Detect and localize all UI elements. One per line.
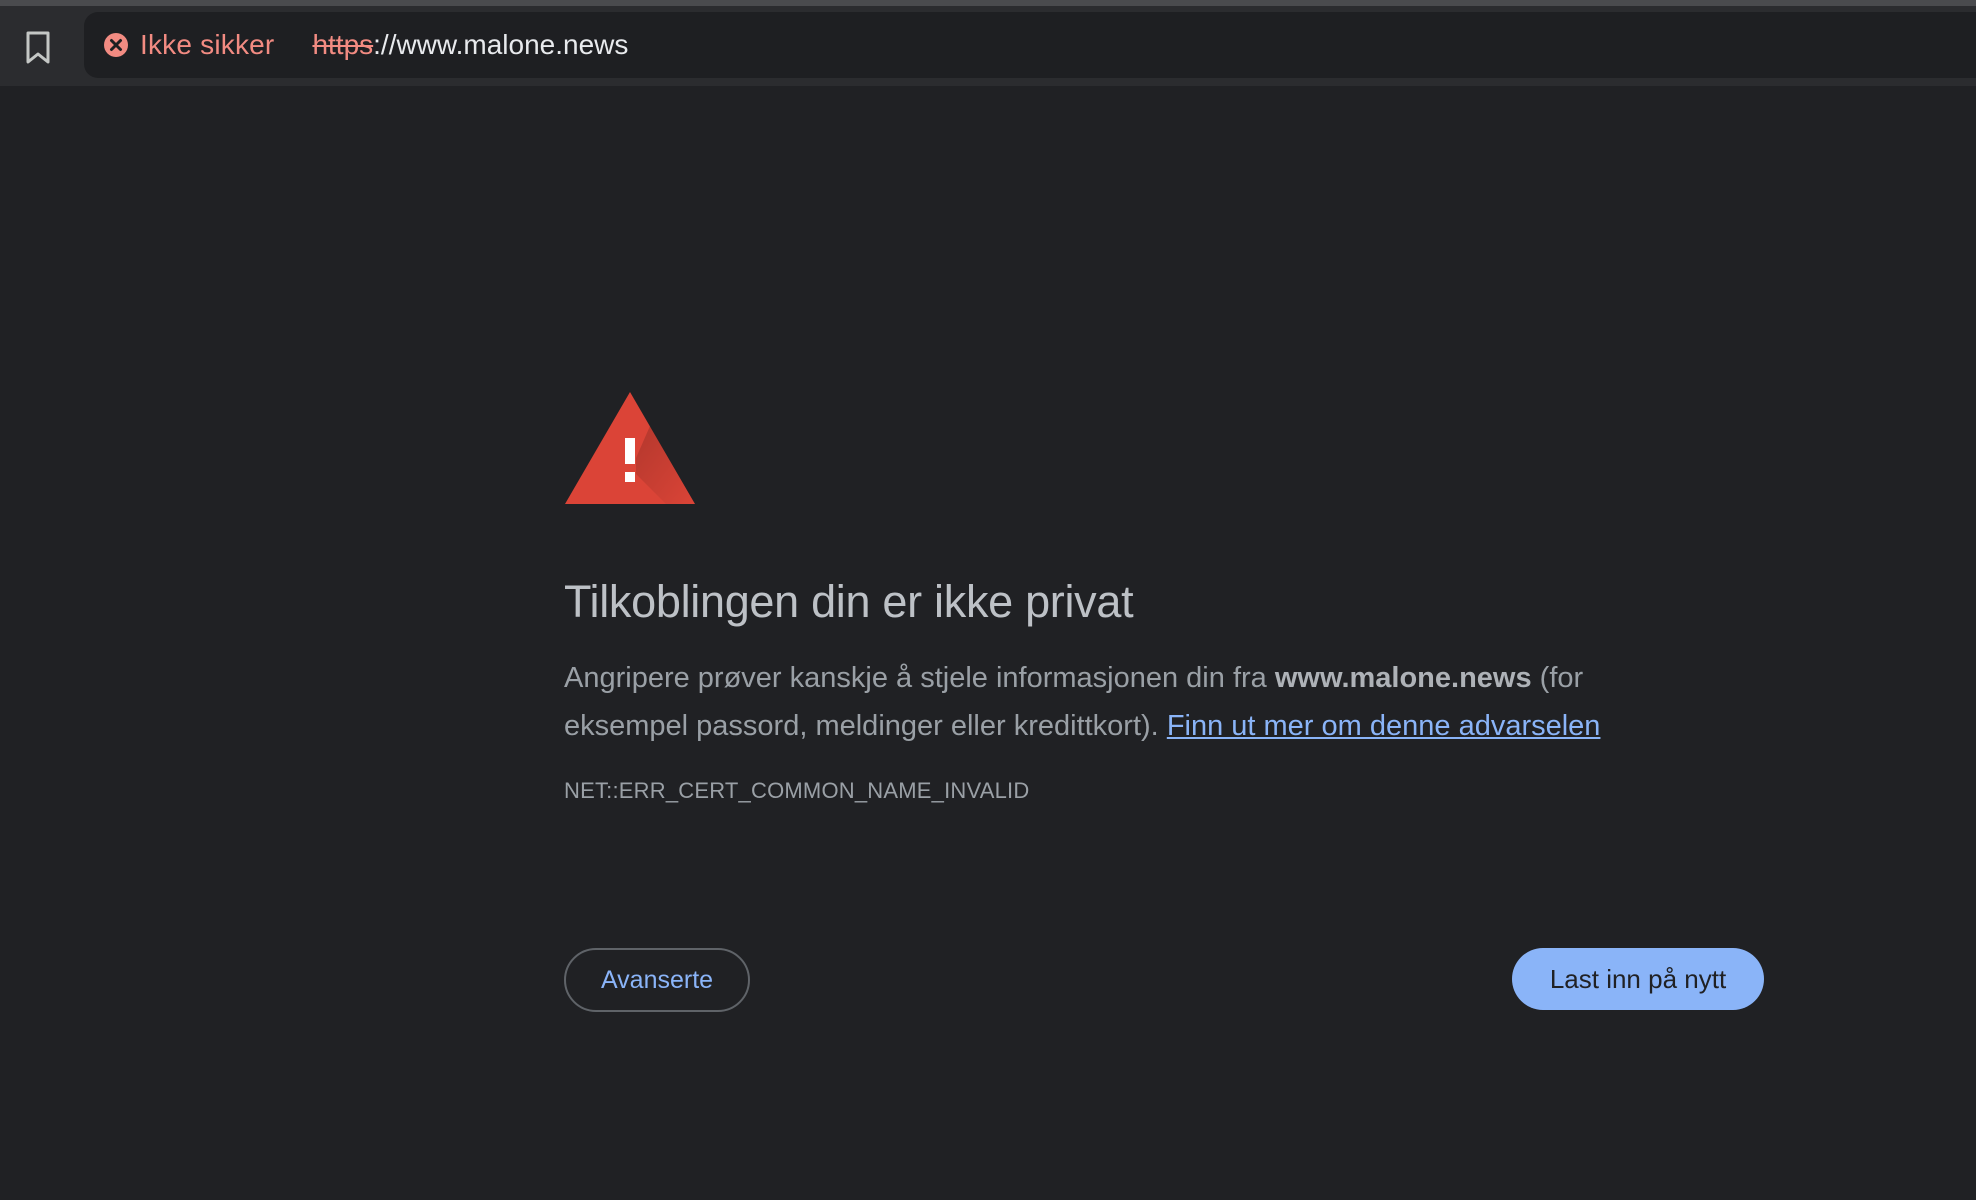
address-bar[interactable]: Ikke sikker https://www.malone.news bbox=[84, 12, 1976, 78]
bookmark-button[interactable] bbox=[14, 24, 62, 72]
security-indicator[interactable]: Ikke sikker bbox=[102, 23, 274, 67]
interstitial-content: Tilkoblingen din er ikke privat Angriper… bbox=[564, 390, 1764, 804]
url-text[interactable]: https://www.malone.news bbox=[312, 29, 628, 61]
browser-toolbar: Ikke sikker https://www.malone.news bbox=[0, 6, 1976, 86]
explanation-domain: www.malone.news bbox=[1274, 662, 1532, 694]
reload-button[interactable]: Last inn på nytt bbox=[1512, 948, 1764, 1010]
advanced-button[interactable]: Avanserte bbox=[564, 948, 750, 1012]
error-code: NET::ERR_CERT_COMMON_NAME_INVALID bbox=[564, 778, 1030, 803]
url-host: ://www.malone.news bbox=[373, 29, 629, 60]
learn-more-link[interactable]: Finn ut mer om denne advarselen bbox=[1167, 710, 1601, 742]
warning-explanation: Angripere prøver kanskje å stjele inform… bbox=[564, 654, 1704, 750]
warning-triangle-icon bbox=[565, 392, 695, 504]
not-secure-label: Ikke sikker bbox=[140, 29, 275, 60]
bookmark-icon bbox=[26, 31, 50, 64]
page-title: Tilkoblingen din er ikke privat bbox=[564, 576, 1134, 627]
error-circle-x-icon bbox=[102, 31, 130, 59]
url-scheme: https bbox=[312, 29, 374, 60]
explanation-text-start: Angripere prøver kanskje å stjele inform… bbox=[564, 662, 1275, 694]
